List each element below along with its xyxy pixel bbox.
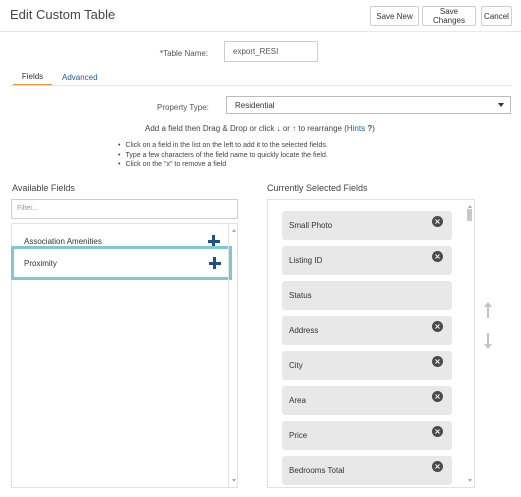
- selected-field-item[interactable]: Area ×: [282, 386, 452, 415]
- available-field-item-highlighted[interactable]: Proximity: [11, 246, 232, 280]
- tab-fields[interactable]: Fields: [13, 68, 52, 86]
- remove-icon[interactable]: ×: [432, 461, 443, 472]
- selected-field-item[interactable]: City ×: [282, 351, 452, 380]
- property-type-label: Property Type:: [157, 103, 209, 112]
- arrow-head: [484, 344, 492, 349]
- hints-link[interactable]: Hints ?: [347, 124, 372, 133]
- chevron-down-icon: [498, 103, 504, 107]
- available-fields-scrollbar[interactable]: [228, 224, 237, 487]
- instructions-close-paren: ): [372, 124, 375, 133]
- selected-field-label: Address: [289, 326, 319, 335]
- scrollbar-thumb[interactable]: [467, 209, 472, 221]
- hints-label: Hints: [346, 124, 366, 133]
- selected-field-item[interactable]: Price ×: [282, 421, 452, 450]
- selected-field-label: Listing ID: [289, 256, 323, 265]
- remove-icon[interactable]: ×: [432, 391, 443, 402]
- tab-advanced[interactable]: Advanced: [62, 68, 98, 86]
- tabs-divider: [10, 85, 511, 86]
- scroll-down-icon[interactable]: [232, 479, 236, 482]
- available-field-label: Association Amenities: [24, 236, 102, 246]
- save-new-button[interactable]: Save New: [370, 6, 419, 26]
- available-field-label: Proximity: [24, 258, 57, 268]
- scroll-up-icon[interactable]: [232, 229, 236, 232]
- move-down-icon[interactable]: [484, 333, 492, 349]
- available-fields-list[interactable]: Association Amenities Proximity: [11, 223, 238, 488]
- scroll-down-icon[interactable]: [468, 479, 472, 482]
- remove-icon[interactable]: ×: [432, 251, 443, 262]
- table-name-label-text: Table Name:: [163, 49, 209, 58]
- selected-field-item[interactable]: Small Photo ×: [282, 211, 452, 240]
- instructions: Add a field then Drag & Drop or click ↓ …: [145, 124, 375, 133]
- remove-icon[interactable]: ×: [432, 321, 443, 332]
- selected-fields-title: Currently Selected Fields: [267, 183, 368, 193]
- remove-icon[interactable]: ×: [432, 216, 443, 227]
- selected-field-item[interactable]: Listing ID ×: [282, 246, 452, 275]
- selected-fields-scrollbar[interactable]: [465, 200, 474, 487]
- filter-input[interactable]: Filter...: [11, 199, 238, 219]
- instructions-text: Add a field then Drag & Drop or click ↓ …: [145, 124, 347, 133]
- scroll-up-icon[interactable]: [468, 205, 472, 208]
- selected-field-item[interactable]: Status: [282, 281, 452, 310]
- table-name-input[interactable]: export_RESI: [224, 41, 318, 62]
- page-title: Edit Custom Table: [10, 7, 116, 22]
- selected-field-label: Price: [289, 431, 308, 440]
- selected-field-item[interactable]: Address ×: [282, 316, 452, 345]
- save-changes-button[interactable]: Save Changes: [422, 6, 476, 26]
- property-type-select[interactable]: Residential: [226, 96, 511, 114]
- cancel-button[interactable]: Cancel: [481, 6, 512, 26]
- remove-icon[interactable]: ×: [432, 356, 443, 367]
- plus-icon[interactable]: [209, 257, 221, 269]
- arrow-shaft: [487, 306, 489, 318]
- selected-field-label: Area: [289, 396, 306, 405]
- selected-field-item[interactable]: Bedrooms Total ×: [282, 456, 452, 485]
- property-type-value: Residential: [235, 101, 275, 110]
- instruction-bullet: Click on a field in the list on the left…: [118, 141, 327, 151]
- instruction-bullet: Click on the "x" to remove a field: [118, 160, 328, 170]
- selected-field-label: Small Photo: [289, 221, 333, 230]
- selected-field-label: City: [289, 361, 303, 370]
- instruction-bullets: Click on a field in the list on the left…: [118, 141, 328, 170]
- available-fields-title: Available Fields: [12, 183, 75, 193]
- remove-icon[interactable]: ×: [432, 426, 443, 437]
- table-name-label: *Table Name:: [160, 49, 208, 58]
- header-divider: [0, 31, 521, 32]
- selected-field-label: Status: [289, 291, 312, 300]
- move-up-icon[interactable]: [484, 302, 492, 318]
- selected-field-label: Bedrooms Total: [289, 466, 345, 475]
- selected-fields-list[interactable]: Small Photo × Listing ID × Status Address ×…: [267, 199, 475, 488]
- instruction-bullet: Type a few characters of the field name …: [118, 151, 327, 161]
